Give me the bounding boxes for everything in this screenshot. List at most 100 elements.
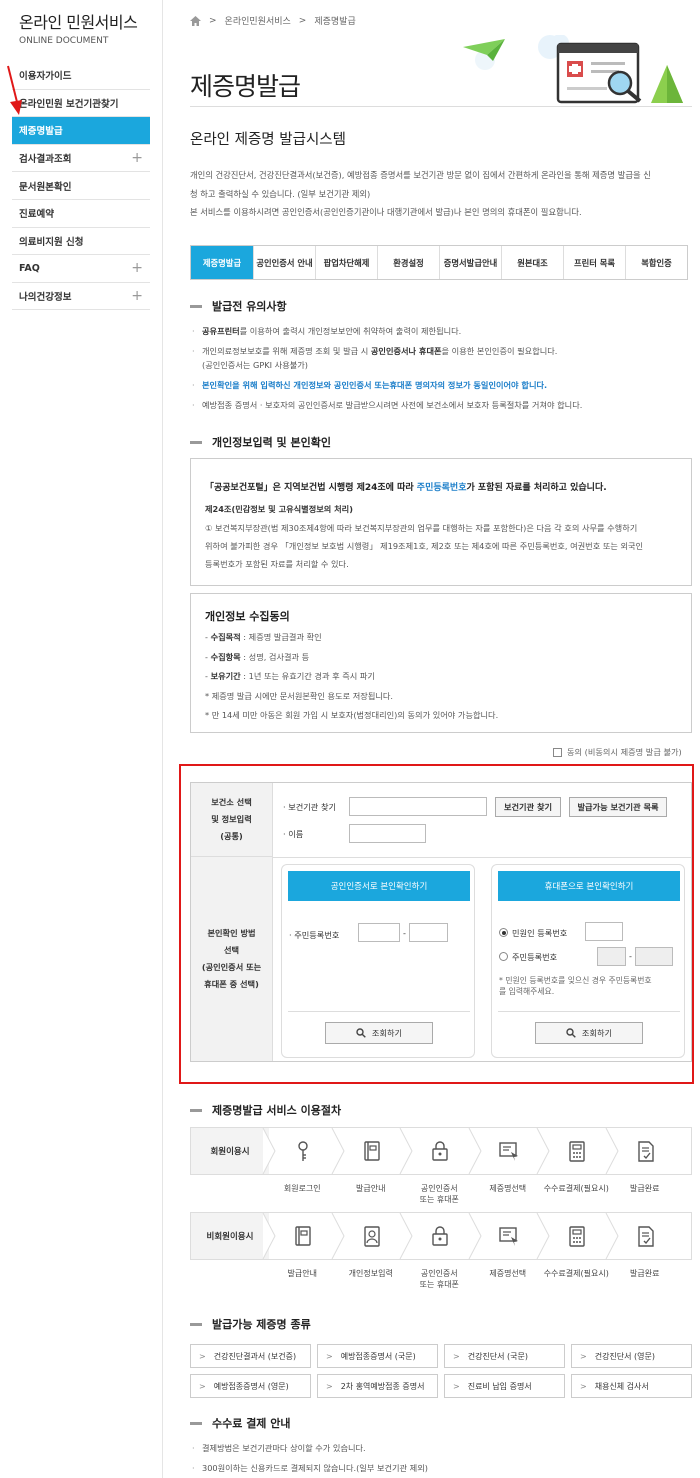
- consent-line: - 수집목적 : 제증명 발급결과 확인: [205, 632, 322, 642]
- civil-reg-input[interactable]: [585, 922, 623, 941]
- sidebar-item[interactable]: 제증명발급: [12, 117, 150, 145]
- tab[interactable]: 팝업차단해제: [315, 246, 377, 279]
- civil-reg-label: 민원인 등록번호: [512, 928, 568, 938]
- rrn-back-input[interactable]: [635, 947, 673, 966]
- red-arrow-annotation: [7, 65, 22, 115]
- doc-type-label: 건강진단서 (국문): [467, 1351, 529, 1361]
- breadcrumb-level2[interactable]: 제증명발급: [314, 14, 355, 27]
- sidebar-item-label: 검사결과조회: [19, 154, 72, 166]
- step-chevron: [262, 1213, 276, 1259]
- dash: -: [403, 928, 406, 938]
- sidebar-item-label: 의료비지원 신청: [19, 236, 84, 248]
- rrn-front-input[interactable]: [597, 947, 626, 966]
- tab[interactable]: 제증명발급: [191, 246, 253, 279]
- doc-type-label: 건강진단결과서 (보건증): [213, 1351, 297, 1361]
- sidebar-menu: 이용자가이드 온라인민원 보건기관찾기제증명발급검사결과조회 + 문서원본확인 진료예약…: [12, 62, 150, 311]
- sidebar-item[interactable]: 온라인민원 보건기관찾기: [12, 90, 150, 118]
- intro-line: 본 서비스를 이용하시려면 공인인증서(공인인증기관이나 대행기관에서 발급)나…: [190, 207, 582, 217]
- label-line: (공통): [220, 831, 243, 841]
- sidebar-item[interactable]: FAQ +: [12, 255, 150, 283]
- step-label: 회원로그인: [283, 1184, 321, 1193]
- id-card-icon: [364, 1226, 380, 1247]
- consent-note: * 제증명 발급 시에만 문서원본확인 용도로 저장됩니다.: [205, 690, 394, 701]
- step-chevron: [536, 1213, 550, 1259]
- chevron-right-icon: >: [453, 1381, 460, 1391]
- doc-type-item[interactable]: > 진료비 납입 증명서: [444, 1374, 565, 1398]
- sidebar-item[interactable]: 이용자가이드: [12, 62, 150, 90]
- text: (공인인증서는 GPKI 사용불가): [202, 360, 308, 370]
- rrn-front-input[interactable]: [358, 923, 400, 942]
- cert-auth-button[interactable]: 공인인증서로 본인확인하기: [288, 871, 470, 901]
- legal-notice-box: 「공공보건포털」은 지역보건법 시행령 제24조에 따라 주민등록번호가 포함된…: [190, 458, 692, 586]
- doc-type-item[interactable]: > 건강진단서 (국문): [444, 1344, 565, 1368]
- agree-label[interactable]: 동의 (비동의시 제증명 발급 불가): [567, 746, 682, 758]
- title-divider: [190, 106, 692, 107]
- key-icon: [298, 1141, 308, 1161]
- doc-type-item[interactable]: >2차 홍역예방접종 증명서: [317, 1374, 438, 1398]
- step-chevron: [468, 1128, 482, 1174]
- breadcrumb-level1[interactable]: 온라인민원서비스: [225, 14, 291, 27]
- tab-bar: 제증명발급 공인인증서 안내 팝업차단해제 환경설정 증명서발급안내 원본대조 프린터 목록…: [190, 245, 688, 280]
- name-label: · 이름: [283, 829, 304, 839]
- document-check-icon: [638, 1141, 654, 1162]
- home-icon[interactable]: [190, 15, 201, 26]
- agency-input[interactable]: [349, 797, 487, 816]
- agree-checkbox[interactable]: [553, 747, 562, 757]
- doc-type-item[interactable]: > 예방접종증명서 (영문): [190, 1374, 311, 1398]
- sidebar-item[interactable]: 검사결과조회 +: [12, 145, 150, 173]
- step-chevron: [399, 1128, 413, 1174]
- step-label: 발급완료: [630, 1184, 660, 1193]
- note-line: 를 입력해주세요.: [499, 987, 555, 996]
- civil-reg-radio[interactable]: [499, 928, 508, 937]
- search-icon: [566, 1028, 576, 1038]
- label-line: 휴대폰 중 선택): [204, 979, 259, 989]
- step-chevron: [468, 1213, 482, 1259]
- doc-type-item[interactable]: > 채용신체 검사서: [571, 1374, 692, 1398]
- tab[interactable]: 프린터 목록: [563, 246, 625, 279]
- heading-text: 발급전 유의사항: [212, 300, 287, 313]
- card-divider: [498, 1011, 680, 1012]
- heading-bar: [190, 1108, 202, 1112]
- heading-text: 발급가능 제증명 종류: [212, 1318, 311, 1331]
- tab[interactable]: 공인인증서 안내: [253, 246, 315, 279]
- bold-text: 수집항목: [210, 651, 241, 662]
- tab[interactable]: 환경설정: [377, 246, 439, 279]
- plus-icon[interactable]: +: [131, 150, 143, 166]
- page-title: 제증명발급: [190, 72, 301, 101]
- sidebar-item-label: 제증명발급: [19, 126, 63, 138]
- cert-search-button[interactable]: 조회하기: [325, 1022, 433, 1044]
- step-label: 공인인증서 또는 휴대폰: [419, 1269, 459, 1289]
- breadcrumb-sep: >: [209, 15, 217, 26]
- heading-text: 제증명발급 서비스 이용절차: [212, 1104, 342, 1117]
- heading-text: 개인정보입력 및 본인확인: [212, 436, 331, 449]
- plus-icon[interactable]: +: [131, 288, 143, 304]
- bold-text: 보유기간: [210, 671, 241, 681]
- rrn-radio[interactable]: [499, 952, 508, 961]
- rrn-back-input[interactable]: [409, 923, 448, 942]
- sidebar-item[interactable]: 문서원본확인: [12, 172, 150, 200]
- sidebar-item[interactable]: 의료비지원 신청: [12, 228, 150, 256]
- site-title[interactable]: 온라인 민원서비스: [19, 9, 138, 33]
- phone-search-button[interactable]: 조회하기: [535, 1022, 643, 1044]
- phone-auth-button[interactable]: 휴대폰으로 본인확인하기: [498, 871, 680, 901]
- consent-note: * 만 14세 미만 아동은 회원 가입 시 보호자(법정대리인)의 동의가 있…: [205, 710, 499, 720]
- sidebar-item[interactable]: 나의건강정보 +: [12, 283, 150, 311]
- agency-list-button[interactable]: 발급가능 보건기관 목록: [569, 797, 667, 817]
- name-input[interactable]: [349, 824, 426, 843]
- tab[interactable]: 원본대조: [501, 246, 563, 279]
- heading-bar: [190, 1421, 202, 1425]
- tab[interactable]: 복합인증: [625, 246, 687, 279]
- doc-type-item[interactable]: > 예방접종증명서 (국문): [317, 1344, 438, 1368]
- sidebar-item[interactable]: 진료예약: [12, 200, 150, 228]
- agree-checkbox-row[interactable]: 동의 (비동의시 제증명 발급 불가): [553, 746, 682, 758]
- document-select-icon: [499, 1142, 518, 1161]
- doc-type-item[interactable]: > 건강진단서 (영문): [571, 1344, 692, 1368]
- label-line: (공인인증서 또는: [201, 962, 262, 972]
- find-agency-button[interactable]: 보건기관 찾기: [495, 797, 561, 817]
- step-label: 공인인증서 또는 휴대폰: [419, 1184, 459, 1204]
- consent-title: 개인정보 수집동의: [205, 610, 290, 623]
- plus-icon[interactable]: +: [131, 260, 143, 276]
- phone-note: * 민원인 등록번호를 잊으신 경우 주민등록번호 를 입력해주세요.: [499, 975, 652, 997]
- doc-type-item[interactable]: > 건강진단결과서 (보건증): [190, 1344, 311, 1368]
- tab[interactable]: 증명서발급안내: [439, 246, 501, 279]
